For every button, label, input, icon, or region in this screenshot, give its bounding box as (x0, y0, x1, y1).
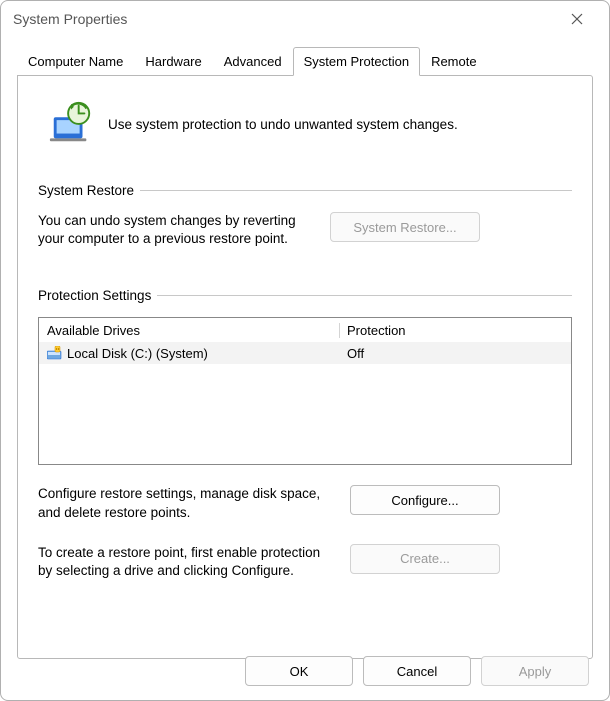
legend-rule (140, 190, 572, 191)
tab-system-protection[interactable]: System Protection (293, 47, 421, 76)
group-system-restore: System Restore You can undo system chang… (38, 183, 572, 248)
intro-text: Use system protection to undo unwanted s… (108, 117, 458, 132)
tab-computer-name[interactable]: Computer Name (17, 47, 134, 75)
tab-advanced[interactable]: Advanced (213, 47, 293, 75)
ok-button[interactable]: OK (245, 656, 353, 686)
table-row[interactable]: Local Disk (C:) (System) Off (39, 342, 571, 364)
configure-desc: Configure restore settings, manage disk … (38, 485, 338, 521)
cancel-button[interactable]: Cancel (363, 656, 471, 686)
titlebar: System Properties (1, 1, 609, 37)
drive-protection-status: Off (339, 344, 571, 363)
configure-button[interactable]: Configure... (350, 485, 500, 515)
column-header-protection[interactable]: Protection (339, 321, 571, 340)
system-restore-button[interactable]: System Restore... (330, 212, 480, 242)
close-icon (571, 13, 583, 25)
group-protection-settings: Protection Settings Available Drives Pro… (38, 288, 572, 580)
drive-name: Local Disk (C:) (System) (67, 346, 208, 361)
available-drives-table[interactable]: Available Drives Protection (38, 317, 572, 465)
tabs: Computer Name Hardware Advanced System P… (17, 47, 593, 75)
legend-label: Protection Settings (38, 288, 151, 303)
system-restore-desc: You can undo system changes by reverting… (38, 212, 318, 248)
legend-system-restore: System Restore (38, 183, 572, 198)
tab-remote[interactable]: Remote (420, 47, 488, 75)
create-button[interactable]: Create... (350, 544, 500, 574)
window-title: System Properties (13, 11, 557, 27)
legend-rule (157, 295, 572, 296)
table-header: Available Drives Protection (39, 318, 571, 342)
close-button[interactable] (557, 4, 597, 34)
legend-label: System Restore (38, 183, 134, 198)
apply-button[interactable]: Apply (481, 656, 589, 686)
tab-container: Computer Name Hardware Advanced System P… (1, 37, 609, 659)
column-header-drives[interactable]: Available Drives (39, 321, 339, 340)
tab-panel-system-protection: Use system protection to undo unwanted s… (17, 75, 593, 659)
dialog-buttons: OK Cancel Apply (245, 656, 589, 686)
system-protection-icon (48, 100, 94, 149)
system-properties-window: System Properties Computer Name Hardware… (0, 0, 610, 701)
create-desc: To create a restore point, first enable … (38, 544, 338, 580)
tab-hardware[interactable]: Hardware (134, 47, 212, 75)
intro-row: Use system protection to undo unwanted s… (48, 100, 572, 149)
drive-icon (47, 346, 63, 360)
legend-protection-settings: Protection Settings (38, 288, 572, 303)
